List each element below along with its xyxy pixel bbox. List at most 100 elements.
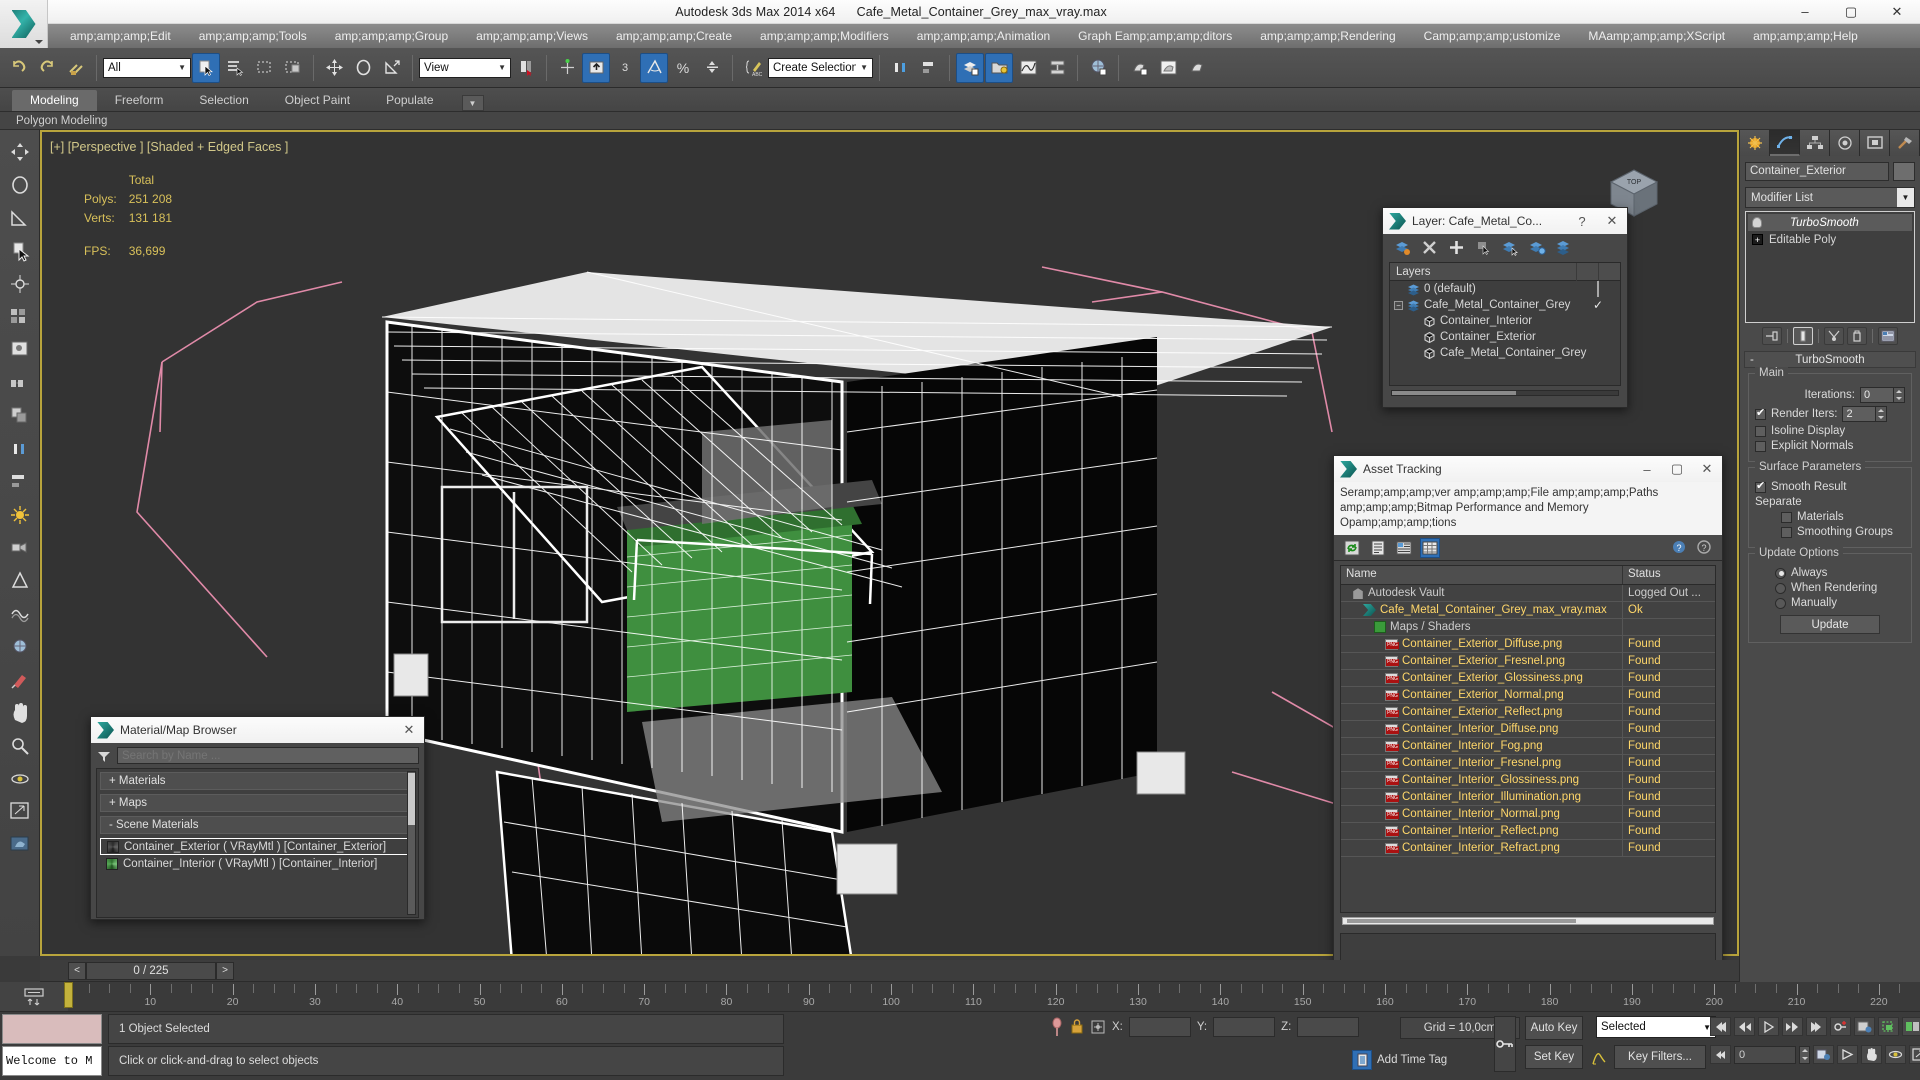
set-key-button[interactable]: Set Key — [1525, 1045, 1583, 1069]
render-iters-spinner[interactable] — [1842, 406, 1888, 422]
time-playhead[interactable] — [64, 982, 73, 1008]
column-header-status[interactable]: Status — [1623, 566, 1715, 584]
layer-row[interactable]: Container_Exterior — [1390, 329, 1620, 345]
ribbon-tab-modeling[interactable]: Modeling — [12, 90, 97, 111]
layer-horizontal-scrollbar[interactable] — [1391, 390, 1619, 396]
column-header-name[interactable]: Name — [1341, 566, 1623, 584]
rendered-frame-window-icon[interactable] — [1154, 53, 1182, 83]
materials-checkbox[interactable] — [1781, 511, 1792, 523]
highlight-selected-icon[interactable] — [1528, 238, 1546, 256]
space-warp-icon[interactable] — [5, 600, 35, 628]
update-button[interactable]: Update — [1780, 615, 1880, 634]
hierarchy-tab-icon[interactable] — [1800, 130, 1830, 156]
redo-icon[interactable] — [33, 53, 61, 83]
minimize-button[interactable]: – — [1782, 0, 1828, 24]
key-mode-dropdown[interactable]: Selected ▼ — [1596, 1016, 1716, 1038]
menu-item-11[interactable]: amp;amp;amp;Help — [1739, 26, 1872, 46]
key-filters-toggle-icon[interactable] — [1588, 1045, 1610, 1069]
coord-y-field[interactable] — [1213, 1017, 1276, 1037]
asset-table-row[interactable]: Container_Interior_Fog.png Found — [1341, 737, 1715, 755]
next-frame-button[interactable]: > — [216, 961, 234, 980]
asset-table-row[interactable]: Container_Exterior_Diffuse.png Found — [1341, 635, 1715, 653]
asset-tracking-dialog[interactable]: Asset Tracking – ▢ ✕ Seramp;amp;amp;ver … — [1333, 455, 1723, 967]
modifier-stack[interactable]: TurboSmooth + Editable Poly — [1745, 211, 1915, 323]
configure-sets-icon[interactable] — [1878, 327, 1898, 345]
previous-frame-button[interactable]: < — [68, 961, 86, 980]
align-icon[interactable] — [915, 53, 943, 83]
asset-dialog-menubar[interactable]: Seramp;amp;amp;ver amp;amp;amp;File amp;… — [1334, 482, 1722, 535]
application-menu-button[interactable] — [0, 0, 48, 48]
scene-material-item[interactable]: Container_Exterior ( VRayMtl ) [Containe… — [100, 838, 415, 855]
isoline-display-checkbox[interactable] — [1755, 425, 1766, 437]
track-bar[interactable]: 10 20 30 40 50 60 70 80 90 100 110 120 130 140 150 160 1… — [0, 982, 1920, 1012]
iterations-input[interactable] — [1860, 387, 1894, 403]
mini-listener-pink[interactable] — [2, 1014, 102, 1044]
utilities-tab-icon[interactable] — [1890, 130, 1920, 156]
scrollbar-thumb[interactable] — [1392, 391, 1517, 395]
asset-table-row[interactable]: Autodesk Vault Logged Out ... — [1341, 584, 1715, 602]
display-tab-icon[interactable] — [1860, 130, 1890, 156]
help-add-icon[interactable]: ? — [1668, 538, 1688, 558]
named-selection-set-combo[interactable]: Create Selection Se ▼ — [768, 57, 873, 78]
maximize-button[interactable]: ▢ — [1662, 456, 1692, 482]
pin-stack-icon[interactable] — [1762, 327, 1782, 345]
layer-properties-icon[interactable] — [1555, 238, 1573, 256]
explicit-normals-checkbox[interactable] — [1755, 440, 1766, 452]
search-input[interactable] — [117, 747, 419, 764]
key-step-icon[interactable] — [1710, 1045, 1731, 1064]
layer-row[interactable]: 0 (default) — [1390, 281, 1620, 297]
frame-spinner-arrows[interactable] — [1799, 1045, 1810, 1064]
previous-key-icon[interactable] — [1734, 1017, 1755, 1036]
current-frame-display[interactable]: 0 / 225 — [86, 961, 216, 980]
modifier-stack-item-turbosmooth[interactable]: TurboSmooth — [1748, 214, 1912, 231]
rotate-tool-icon[interactable] — [5, 171, 35, 199]
select-link-icon[interactable] — [62, 53, 90, 83]
material-icon[interactable] — [5, 633, 35, 661]
viewport-label[interactable]: [+] [Perspective ] [Shaded + Edged Faces… — [50, 140, 288, 154]
spinner-arrows[interactable] — [1876, 406, 1888, 422]
maximize-button[interactable]: ▢ — [1828, 0, 1874, 24]
menu-item-7[interactable]: Graph Eamp;amp;amp;ditors — [1064, 26, 1246, 46]
asset-menu-line-2[interactable]: amp;amp;amp;Bitmap Performance and Memor… — [1340, 501, 1716, 516]
menu-item-4[interactable]: amp;amp;amp;Create — [602, 26, 746, 46]
maximize-viewport-toggle-icon[interactable] — [1909, 1045, 1920, 1064]
scale-tool-icon[interactable] — [5, 204, 35, 232]
help-icon[interactable]: ? — [1694, 538, 1714, 558]
iterations-spinner[interactable] — [1860, 387, 1905, 403]
coord-x-field[interactable] — [1128, 1017, 1191, 1037]
paint-icon[interactable] — [5, 666, 35, 694]
object-color-swatch[interactable] — [1893, 162, 1915, 181]
ribbon-tab-populate[interactable]: Populate — [368, 90, 451, 111]
make-unique-icon[interactable] — [1824, 327, 1844, 345]
mirror-tool-icon[interactable] — [5, 435, 35, 463]
expand-plus-icon[interactable]: + — [1752, 234, 1763, 245]
light-icon[interactable] — [5, 501, 35, 529]
create-tab-icon[interactable] — [1740, 130, 1770, 156]
smoothing-groups-checkbox[interactable] — [1781, 526, 1792, 538]
zoom-viewport-icon[interactable] — [1813, 1045, 1834, 1064]
turbosmooth-rollout-header[interactable]: - TurboSmooth — [1744, 351, 1916, 368]
expand-toggle-icon[interactable]: − — [1394, 300, 1403, 310]
asset-table-row[interactable]: Container_Exterior_Reflect.png Found — [1341, 703, 1715, 721]
select-rotate-icon[interactable] — [349, 53, 377, 83]
minimize-button[interactable]: – — [1632, 456, 1662, 482]
percent-snap-icon[interactable]: % — [669, 53, 697, 83]
close-button[interactable]: ✕ — [1692, 456, 1722, 482]
mini-listener-input[interactable]: Welcome to M — [2, 1046, 102, 1076]
render-iters-input[interactable] — [1842, 406, 1877, 422]
close-button[interactable]: ✕ — [394, 717, 424, 743]
modifier-stack-item-editable-poly[interactable]: + Editable Poly — [1748, 231, 1912, 248]
group-scene-materials[interactable]: - Scene Materials — [100, 816, 415, 834]
render-iters-checkbox[interactable] — [1755, 406, 1766, 420]
select-move-icon[interactable] — [320, 53, 348, 83]
scrollbar-thumb[interactable] — [408, 773, 415, 825]
scrollbar-thumb[interactable] — [1347, 919, 1577, 923]
undo-icon[interactable] — [4, 53, 32, 83]
material-editor-icon[interactable] — [1084, 53, 1112, 83]
select-tool-icon[interactable] — [5, 237, 35, 265]
menu-item-8[interactable]: amp;amp;amp;Rendering — [1246, 26, 1409, 46]
time-configuration-icon[interactable] — [1854, 1017, 1875, 1036]
select-object-icon[interactable] — [192, 52, 220, 83]
edit-named-selection-icon[interactable]: ABC — [739, 53, 767, 83]
ribbon-tab-object-paint[interactable]: Object Paint — [267, 90, 368, 111]
